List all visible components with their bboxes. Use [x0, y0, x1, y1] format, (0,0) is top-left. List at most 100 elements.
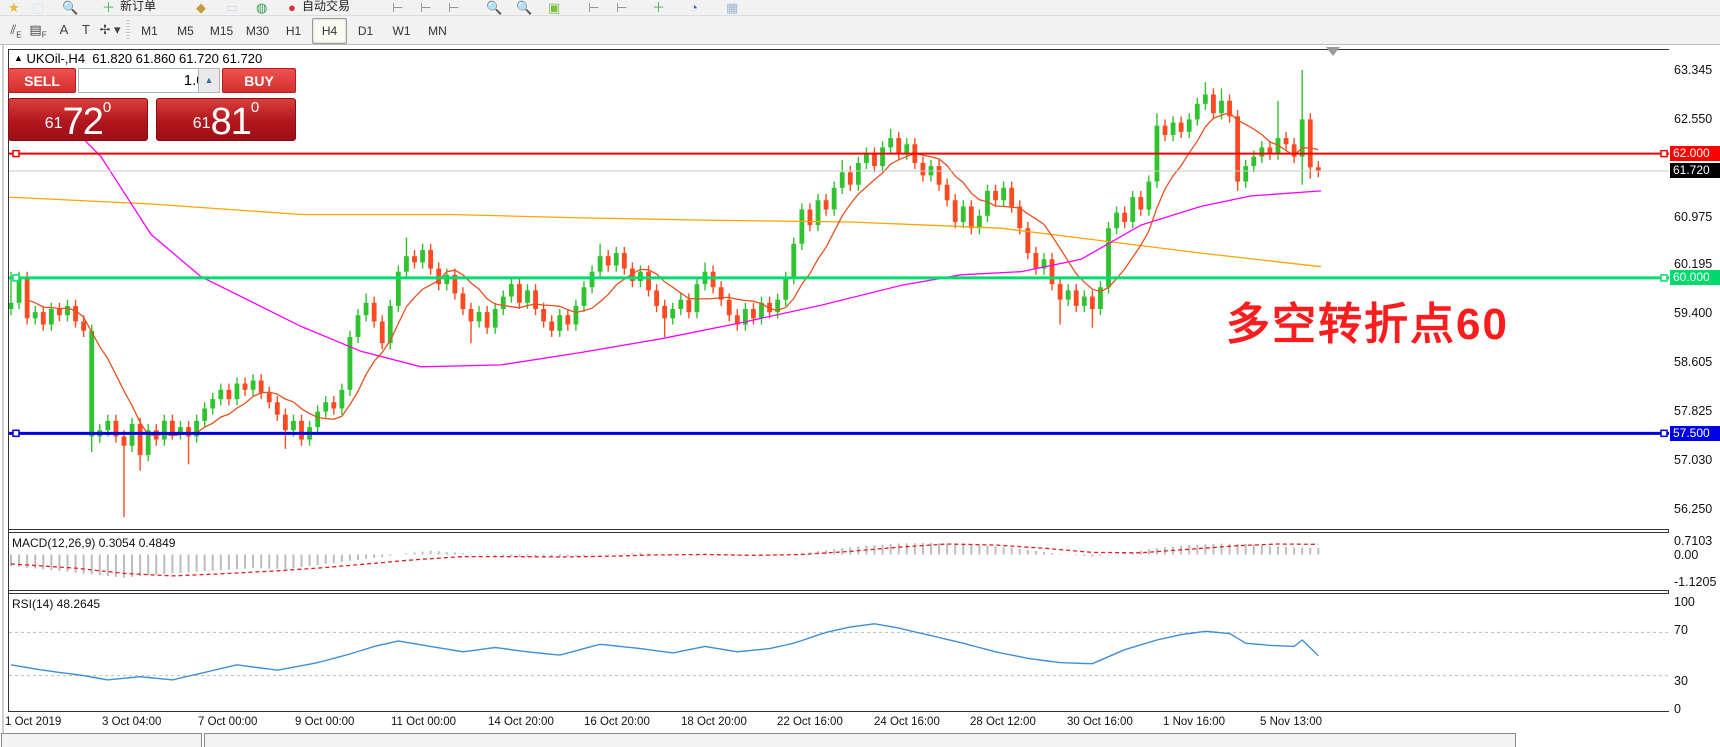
text-tool[interactable]: A — [52, 19, 76, 41]
macd-tick-label: 0.7103 — [1674, 534, 1712, 548]
main-toolbar: ★ ▢ 🔍 ＋ 新订单 ◆ ▭ ◍ ●自动交易 ⊢ ⊢ ⊢ 🔍 🔍 ▣ ⊢ ⊢ ＋ ◔ ▦ — [0, 0, 1720, 16]
rsi-tick-label: 70 — [1674, 623, 1688, 637]
date-tick-label: 16 Oct 20:00 — [584, 716, 650, 728]
timeframe-button-h1[interactable]: H1 — [276, 18, 311, 44]
date-tick-label: 18 Oct 20:00 — [681, 716, 747, 728]
price-tick-label: 58.605 — [1674, 355, 1712, 369]
price-badge: 61.720 — [1670, 163, 1720, 178]
sell-price-big: 72 — [63, 101, 103, 143]
market-watch-icon[interactable]: ◍ — [256, 0, 270, 16]
autotrade-icon[interactable]: ● — [288, 0, 302, 16]
buy-price-tile[interactable]: 61810 — [156, 98, 296, 141]
macd-tick-label: -1.1205 — [1674, 575, 1716, 589]
rsi-label: RSI(14) 48.2645 — [12, 597, 100, 611]
chart-title: ▲ UKOil-,H4 61.820 61.860 61.720 61.720 — [14, 51, 262, 66]
pane-divider — [8, 590, 1668, 591]
rsi-pane[interactable] — [9, 594, 1669, 711]
timeframe-button-m15[interactable]: M15 — [204, 18, 239, 44]
date-tick-label: 28 Oct 12:00 — [970, 716, 1036, 728]
price-tick-label: 56.250 — [1674, 502, 1712, 516]
timeframe-button-h4[interactable]: H4 — [312, 18, 347, 44]
date-tick-label: 5 Nov 13:00 — [1260, 716, 1322, 728]
sell-price-sup: 0 — [103, 99, 111, 116]
window-edge — [2, 45, 4, 745]
indicators-icon[interactable]: ◆ — [196, 0, 210, 16]
price-tick-label: 62.550 — [1674, 112, 1712, 126]
rsi-tick-label: 100 — [1674, 595, 1695, 609]
buy-price-sup: 0 — [251, 99, 259, 116]
draw-channel-tool[interactable]: ⫽E — [4, 19, 28, 41]
date-tick-label: 1 Oct 2019 — [5, 716, 61, 728]
sell-button[interactable]: SELL — [8, 68, 76, 93]
zoom-in-icon[interactable]: 🔍 — [486, 0, 500, 16]
fibonacci-tool[interactable]: ▤F — [26, 19, 50, 41]
line-chart-icon[interactable]: ⊢ — [448, 0, 462, 16]
toolbar-separator — [126, 20, 130, 40]
collapse-arrow-icon[interactable]: ▲ — [14, 53, 23, 63]
timeframe-button-m5[interactable]: M5 — [168, 18, 203, 44]
symbol-label: UKOil-,H4 — [27, 51, 86, 66]
rsi-pane-bottom-border — [8, 711, 1668, 712]
new-order-icon[interactable]: ＋ — [102, 0, 116, 16]
volume-up-button[interactable]: ▲ — [198, 68, 220, 93]
bar-chart-icon[interactable]: ⊢ — [392, 0, 406, 16]
macd-tick-label: 0.00 — [1674, 548, 1698, 562]
date-tick-label: 24 Oct 16:00 — [874, 716, 940, 728]
mt4-window: ★▢🔍＋新订单◆▭◍●自动交易⊢⊢⊢🔍🔍▣⊢⊢＋◔▦ ⫽E▤FAT✢ ▾ M1M… — [0, 0, 1720, 747]
pane-divider — [8, 529, 1668, 530]
price-tick-label: 57.030 — [1674, 453, 1712, 467]
sell-price-small: 61 — [45, 115, 63, 132]
buy-price-small: 61 — [193, 115, 211, 132]
autoscroll-icon[interactable]: ⊢ — [616, 0, 630, 16]
autotrade-label[interactable]: 自动交易 — [302, 0, 350, 14]
sell-price-tile[interactable]: 61720 — [8, 98, 148, 141]
timeframe-button-m1[interactable]: M1 — [132, 18, 167, 44]
price-tick-label: 63.345 — [1674, 63, 1712, 77]
search-icon[interactable]: 🔍 — [62, 0, 76, 16]
date-tick-label: 14 Oct 20:00 — [488, 716, 554, 728]
chart-shift-icon[interactable]: ▣ — [548, 0, 562, 16]
date-tick-label: 30 Oct 16:00 — [1067, 716, 1133, 728]
horizontal-scrollbar[interactable] — [204, 733, 1516, 747]
ohlc-values: 61.820 61.860 61.720 61.720 — [92, 51, 262, 66]
scroll-end-icon[interactable]: ⊢ — [588, 0, 602, 16]
label-tool[interactable]: T — [74, 19, 98, 41]
date-tick-label: 3 Oct 04:00 — [102, 716, 161, 728]
add-indicator-icon[interactable]: ＋ — [652, 0, 666, 16]
timeframe-button-d1[interactable]: D1 — [348, 18, 383, 44]
chart-annotation-text[interactable]: 多空转折点60 — [1226, 288, 1509, 352]
price-badge: 62.000 — [1670, 146, 1720, 161]
macd-pane[interactable] — [9, 533, 1669, 590]
favorites-star-icon[interactable]: ★ — [8, 0, 22, 16]
date-tick-label: 9 Oct 00:00 — [295, 716, 354, 728]
timeframe-button-mn[interactable]: MN — [420, 18, 455, 44]
candle-chart-icon[interactable]: ⊢ — [420, 0, 434, 16]
macd-label: MACD(12,26,9) 0.3054 0.4849 — [12, 536, 175, 550]
date-tick-label: 22 Oct 16:00 — [777, 716, 843, 728]
price-badge: 57.500 — [1670, 426, 1720, 441]
timeframe-buttons: M1M5M15M30H1H4D1W1MN — [132, 18, 456, 44]
timeframe-button-w1[interactable]: W1 — [384, 18, 419, 44]
price-badge: 60.000 — [1670, 270, 1720, 285]
clock-icon[interactable]: ◔ — [690, 0, 704, 16]
strategy-tester-icon[interactable]: ▦ — [726, 0, 740, 16]
price-tick-label: 60.975 — [1674, 210, 1712, 224]
price-tick-label: 57.825 — [1674, 404, 1712, 418]
date-tick-label: 11 Oct 00:00 — [391, 716, 456, 728]
chart-tab-bar[interactable] — [1, 733, 202, 747]
shapes-dropdown[interactable]: ✢ ▾ — [98, 19, 122, 41]
zoom-out-icon[interactable]: 🔍 — [516, 0, 530, 16]
rsi-tick-label: 0 — [1674, 702, 1681, 716]
chart-shift-marker-icon[interactable] — [1326, 47, 1340, 56]
price-tick-label: 59.400 — [1674, 306, 1712, 320]
new-order-label[interactable]: 新订单 — [120, 0, 156, 14]
date-tick-label: 7 Oct 00:00 — [198, 716, 257, 728]
timeframe-button-m30[interactable]: M30 — [240, 18, 275, 44]
buy-button[interactable]: BUY — [222, 68, 296, 93]
price-tick-label: 60.195 — [1674, 257, 1712, 271]
new-window-icon[interactable]: ▢ — [32, 0, 46, 16]
timeframe-toolbar: ⫽E▤FAT✢ ▾ M1M5M15M30H1H4D1W1MN — [0, 16, 1720, 45]
rsi-tick-label: 30 — [1674, 674, 1688, 688]
templates-icon[interactable]: ▭ — [226, 0, 240, 16]
date-tick-label: 1 Nov 16:00 — [1163, 716, 1225, 728]
